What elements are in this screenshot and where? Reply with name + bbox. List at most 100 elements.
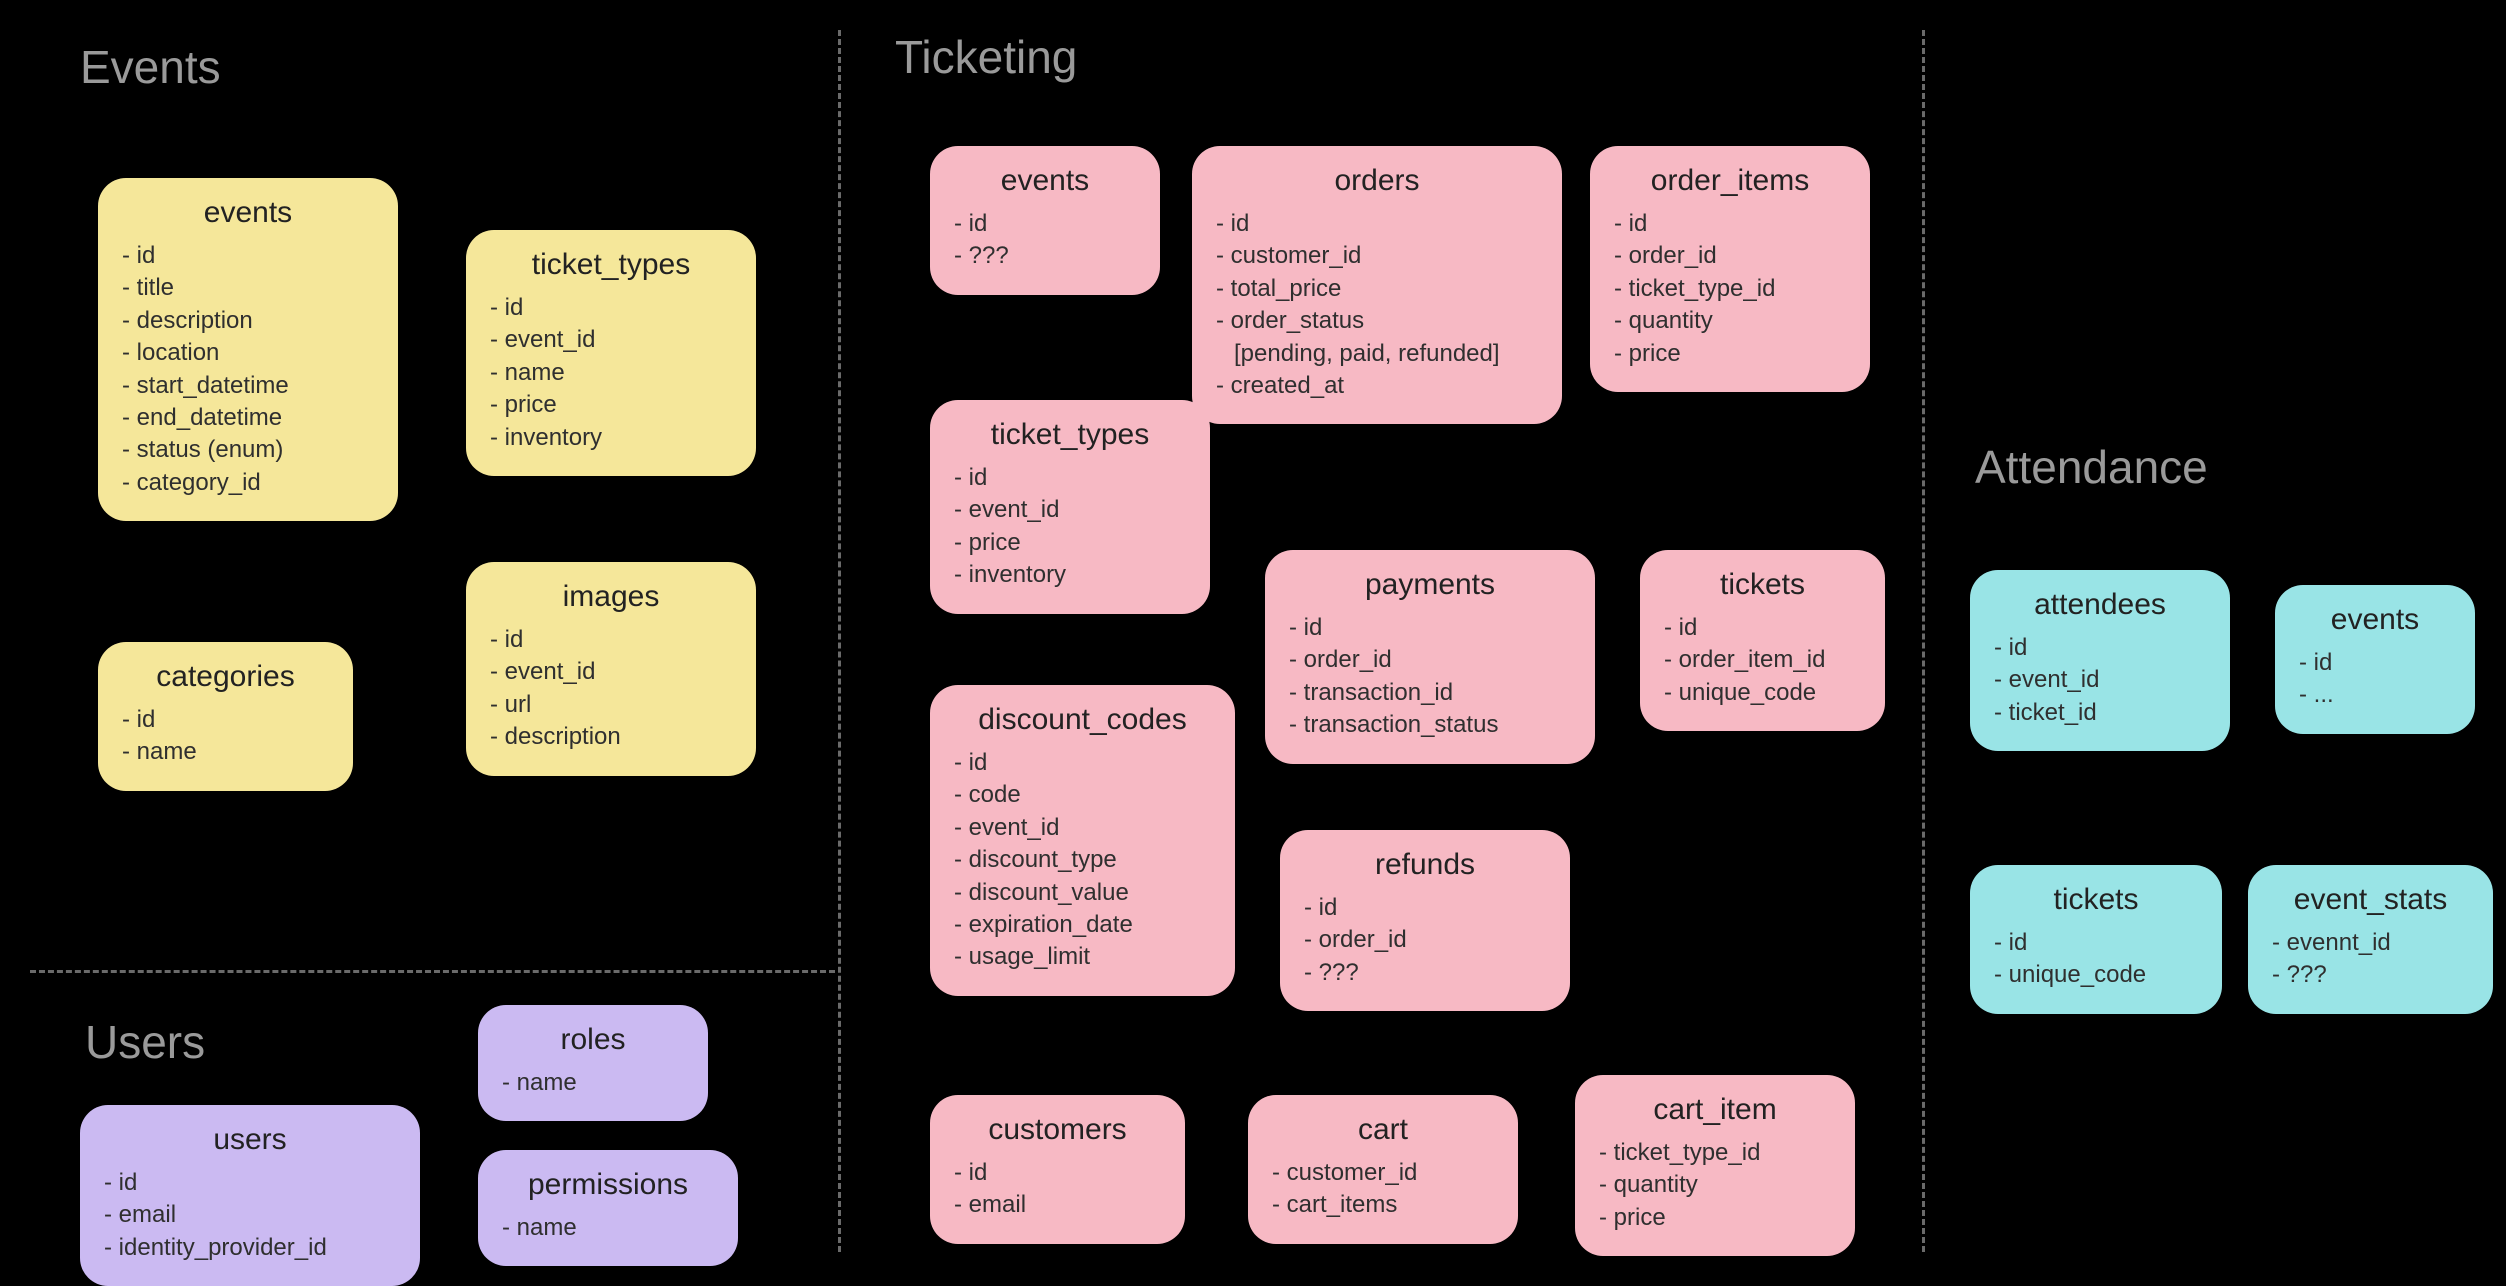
card-field: expiration_date	[954, 909, 1211, 941]
card-field: ???	[1304, 957, 1546, 989]
card-title: payments	[1289, 568, 1571, 602]
card-title: events	[2299, 603, 2451, 637]
card-attendance-events: events id...	[2275, 585, 2475, 734]
divider-v-left	[838, 30, 841, 1252]
card-field: order_status	[1216, 305, 1538, 337]
card-title: images	[490, 580, 732, 614]
card-field: event_id	[490, 324, 732, 356]
card-field: description	[122, 305, 374, 337]
card-field: price	[1614, 338, 1846, 370]
card-field: id	[1664, 612, 1861, 644]
card-ticketing-orders: orders idcustomer_idtotal_priceorder_sta…	[1192, 146, 1562, 424]
card-fields: id???	[954, 208, 1136, 273]
card-events-images: images idevent_idurldescription	[466, 562, 756, 776]
card-fields: idtitledescriptionlocationstart_datetime…	[122, 240, 374, 499]
card-ticketing-refunds: refunds idorder_id???	[1280, 830, 1570, 1011]
section-title-ticketing: Ticketing	[895, 30, 1077, 84]
card-field: ...	[2299, 679, 2451, 711]
section-title-attendance: Attendance	[1975, 440, 2208, 494]
section-title-events: Events	[80, 40, 221, 94]
card-fields: idevent_idnamepriceinventory	[490, 292, 732, 454]
card-field: discount_type	[954, 844, 1211, 876]
card-users-permissions: permissions name	[478, 1150, 738, 1266]
card-field: event_id	[490, 656, 732, 688]
card-field: inventory	[490, 422, 732, 454]
card-fields: customer_idcart_items	[1272, 1157, 1494, 1222]
card-title: customers	[954, 1113, 1161, 1147]
card-field: id	[1994, 927, 2198, 959]
card-title: orders	[1216, 164, 1538, 198]
section-title-users: Users	[85, 1015, 205, 1069]
card-field: event_id	[954, 812, 1211, 844]
card-title: tickets	[1664, 568, 1861, 602]
card-ticketing-customers: customers idemail	[930, 1095, 1185, 1244]
card-field: usage_limit	[954, 941, 1211, 973]
card-field: order_id	[1304, 924, 1546, 956]
card-field: email	[104, 1199, 396, 1231]
card-field: inventory	[954, 559, 1186, 591]
card-field: id	[2299, 647, 2451, 679]
card-ticketing-cart-item: cart_item ticket_type_idquantityprice	[1575, 1075, 1855, 1256]
card-field: ticket_type_id	[1599, 1137, 1831, 1169]
card-field: name	[502, 1067, 684, 1099]
divider-h-events-users	[30, 970, 835, 973]
card-field: unique_code	[1664, 677, 1861, 709]
card-field: id	[1216, 208, 1538, 240]
card-field: id	[122, 704, 329, 736]
card-field: transaction_id	[1289, 677, 1571, 709]
card-title: ticket_types	[954, 418, 1186, 452]
card-title: permissions	[502, 1168, 714, 1202]
card-field: name	[502, 1212, 714, 1244]
card-title: users	[104, 1123, 396, 1157]
card-ticketing-events: events id???	[930, 146, 1160, 295]
card-field: title	[122, 272, 374, 304]
card-title: events	[122, 196, 374, 230]
card-field: location	[122, 337, 374, 369]
card-ticketing-cart: cart customer_idcart_items	[1248, 1095, 1518, 1244]
card-field: transaction_status	[1289, 709, 1571, 741]
card-fields: idname	[122, 704, 329, 769]
card-field: id	[1614, 208, 1846, 240]
card-fields: idorder_idticket_type_idquantityprice	[1614, 208, 1846, 370]
card-fields: id...	[2299, 647, 2451, 712]
card-field: name	[122, 736, 329, 768]
card-field: id	[1304, 892, 1546, 924]
card-field: [pending, paid, refunded]	[1216, 338, 1538, 370]
card-field: id	[490, 624, 732, 656]
card-field: customer_id	[1272, 1157, 1494, 1189]
card-fields: idcodeevent_iddiscount_typediscount_valu…	[954, 747, 1211, 974]
card-title: discount_codes	[954, 703, 1211, 737]
card-field: id	[1994, 632, 2206, 664]
card-field: id	[122, 240, 374, 272]
card-fields: idevent_idpriceinventory	[954, 462, 1186, 592]
card-field: url	[490, 689, 732, 721]
card-fields: idemail	[954, 1157, 1161, 1222]
card-title: categories	[122, 660, 329, 694]
card-field: order_id	[1289, 644, 1571, 676]
card-title: cart	[1272, 1113, 1494, 1147]
card-field: discount_value	[954, 877, 1211, 909]
card-field: ticket_id	[1994, 697, 2206, 729]
card-fields: name	[502, 1067, 684, 1099]
card-field: id	[954, 208, 1136, 240]
card-field: event_id	[954, 494, 1186, 526]
card-ticketing-payments: payments idorder_idtransaction_idtransac…	[1265, 550, 1595, 764]
card-ticketing-tickets: tickets idorder_item_idunique_code	[1640, 550, 1885, 731]
card-field: price	[1599, 1202, 1831, 1234]
card-title: roles	[502, 1023, 684, 1057]
card-title: refunds	[1304, 848, 1546, 882]
card-events-ticket-types: ticket_types idevent_idnamepriceinventor…	[466, 230, 756, 476]
card-field: order_item_id	[1664, 644, 1861, 676]
card-attendance-tickets: tickets idunique_code	[1970, 865, 2222, 1014]
card-field: id	[490, 292, 732, 324]
card-events-categories: categories idname	[98, 642, 353, 791]
card-field: order_id	[1614, 240, 1846, 272]
card-fields: idunique_code	[1994, 927, 2198, 992]
card-field: id	[954, 1157, 1161, 1189]
card-field: id	[1289, 612, 1571, 644]
diagram-canvas: Events Users Ticketing Attendance events…	[0, 0, 2506, 1282]
card-field: ???	[954, 240, 1136, 272]
card-field: quantity	[1599, 1169, 1831, 1201]
card-attendance-attendees: attendees idevent_idticket_id	[1970, 570, 2230, 751]
card-field: created_at	[1216, 370, 1538, 402]
